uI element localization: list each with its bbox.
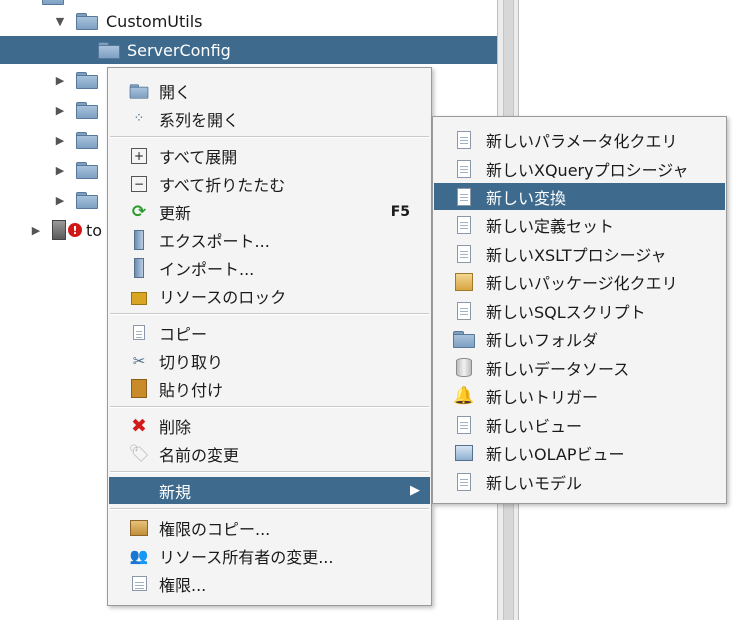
submenu-item-xquery-procedure[interactable]: 新しいXQueryプロシージャ [434,155,725,182]
tree-row-serverconfig[interactable]: ServerConfig [0,36,497,64]
folder-icon [452,329,476,349]
submenu-item-sql-script[interactable]: 新しいSQLスクリプト [434,297,725,324]
users-icon: 👥 [129,546,149,565]
xslt-procedure-icon [452,244,476,264]
menu-item-refresh[interactable]: ⟳ 更新 F5 [109,198,430,225]
menu-item-copy-privileges[interactable]: 権限のコピー... [109,514,430,541]
folder-icon [42,0,64,5]
tree-row-folder-3[interactable]: ▶ [0,126,120,154]
expand-arrow-icon[interactable]: ▶ [54,164,66,177]
import-icon [127,257,151,278]
tree-label-server: to [86,220,103,240]
menu-item-collapse-all[interactable]: − すべて折りたたむ [109,170,430,197]
tree-row-partial-top [42,0,72,5]
folder-icon [76,72,98,89]
tree-row-customutils[interactable]: ▼ CustomUtils [0,7,497,35]
expand-arrow-icon[interactable]: ▶ [54,74,66,87]
submenu-item-view[interactable]: 新しいビュー [434,411,725,438]
parameterized-query-icon [452,130,476,150]
collapse-all-icon: − [127,174,151,194]
privileges-copy-icon [127,518,151,538]
packaged-query-icon [452,272,476,292]
new-submenu: 新しいパラメータ化クエリ 新しいXQueryプロシージャ 新しい変換 新しい定義… [432,116,727,504]
olap-view-icon [452,443,476,463]
submenu-item-transform[interactable]: 新しい変換 [434,183,725,210]
submenu-item-xslt-procedure[interactable]: 新しいXSLTプロシージャ [434,240,725,267]
menu-item-change-owner[interactable]: 👥 リソース所有者の変更... [109,542,430,569]
folder-icon [76,132,98,149]
tree-label-serverconfig: ServerConfig [127,40,231,60]
menu-item-export[interactable]: エクスポート... [109,226,430,253]
menu-item-rename[interactable]: 🏷 名前の変更 [109,440,430,467]
lineage-icon: ⁘ [133,111,145,126]
expand-all-icon: + [127,146,151,166]
menu-item-open[interactable]: 開く [109,77,430,104]
definition-set-icon [452,215,476,235]
tree-label-customutils: CustomUtils [106,11,203,31]
lock-icon [127,286,151,306]
model-icon [452,472,476,492]
menu-item-privileges[interactable]: 権限... [109,570,430,597]
submenu-item-packaged-query[interactable]: 新しいパッケージ化クエリ [434,268,725,295]
menu-item-import[interactable]: インポート... [109,254,430,281]
menu-item-open-lineage[interactable]: ⁘ 系列を開く [109,105,430,132]
submenu-item-parameterized-query[interactable]: 新しいパラメータ化クエリ [434,126,725,153]
error-icon: ! [68,223,82,237]
menu-item-new[interactable]: 新規 ▶ [109,477,430,504]
folder-icon [76,102,98,119]
tree-row-folder-1[interactable]: ▶ [0,66,120,94]
menu-item-expand-all[interactable]: + すべて展開 [109,142,430,169]
open-folder-icon [127,81,151,101]
folder-icon [76,13,98,30]
transform-icon [452,187,476,207]
submenu-item-trigger[interactable]: 🔔 新しいトリガー [434,382,725,409]
tree-row-server[interactable]: ▶ ! to [0,216,120,244]
submenu-item-data-source[interactable]: 新しいデータソース [434,354,725,381]
menu-item-delete[interactable]: ✖ 削除 [109,412,430,439]
submenu-item-olap-view[interactable]: 新しいOLAPビュー [434,439,725,466]
collapse-arrow-icon[interactable]: ▼ [54,15,66,28]
sql-script-icon [452,301,476,321]
scissors-icon: ✂ [132,351,146,370]
clipboard-icon [127,379,151,399]
refresh-icon: ⟳ [131,201,147,222]
privileges-icon [127,574,151,594]
expand-arrow-icon[interactable]: ▶ [30,224,42,237]
submenu-item-definition-set[interactable]: 新しい定義セット [434,211,725,238]
view-icon [452,415,476,435]
submenu-arrow-icon: ▶ [410,483,420,498]
expand-arrow-icon[interactable]: ▶ [54,134,66,147]
menu-item-copy[interactable]: コピー [109,319,430,346]
copy-icon [127,323,151,343]
tag-icon: 🏷 [128,443,150,464]
expand-arrow-icon[interactable]: ▶ [54,104,66,117]
server-icon [52,220,66,240]
folder-icon [76,192,98,209]
menu-item-cut[interactable]: ✂ 切り取り [109,347,430,374]
refresh-shortcut: F5 [390,203,410,220]
xquery-procedure-icon [452,159,476,179]
menu-item-paste[interactable]: 貼り付け [109,375,430,402]
folder-icon [98,42,120,59]
bell-icon: 🔔 [453,385,475,406]
tree-row-folder-2[interactable]: ▶ [0,96,120,124]
folder-icon [76,162,98,179]
export-icon [127,229,151,250]
submenu-item-model[interactable]: 新しいモデル [434,468,725,495]
expand-arrow-icon[interactable]: ▶ [54,194,66,207]
tree-row-folder-4[interactable]: ▶ [0,156,120,184]
menu-item-lock-resource[interactable]: リソースのロック [109,282,430,309]
tree-row-folder-5[interactable]: ▶ [0,186,120,214]
database-icon [452,358,476,378]
delete-icon: ✖ [131,414,147,437]
context-menu: 開く ⁘ 系列を開く + すべて展開 − すべて折りたたむ ⟳ 更新 F5 エク… [107,67,432,606]
submenu-item-folder[interactable]: 新しいフォルダ [434,325,725,352]
